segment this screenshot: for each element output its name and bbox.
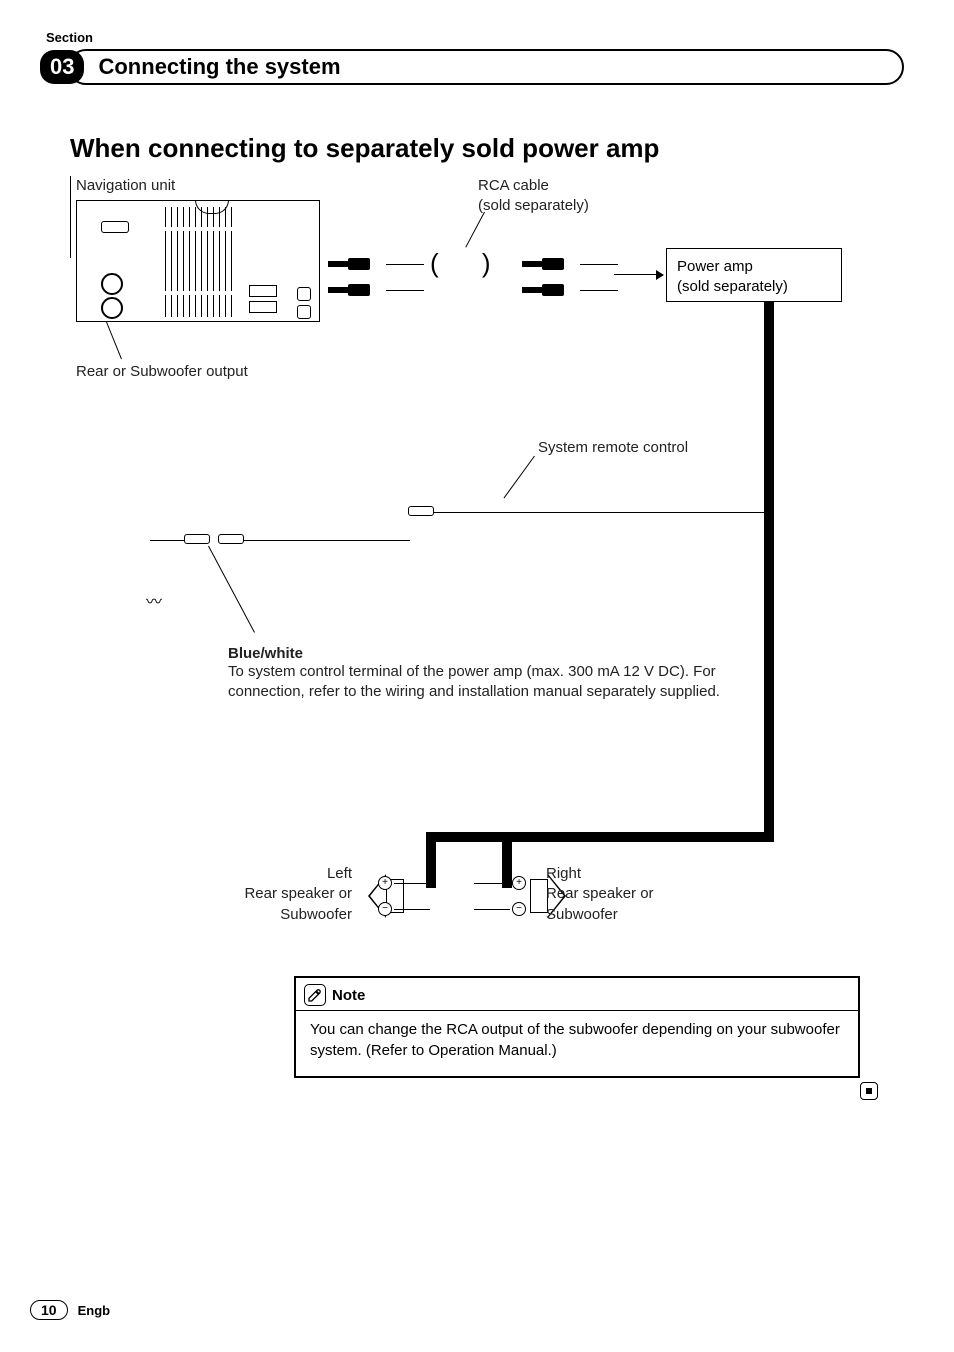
chapter-header: 03 Connecting the system bbox=[40, 49, 904, 85]
leader-line bbox=[504, 456, 535, 499]
label-rear-subwoofer-output: Rear or Subwoofer output bbox=[76, 362, 248, 382]
page-number: 10 bbox=[30, 1300, 68, 1320]
navigation-unit-graphic bbox=[76, 200, 320, 322]
pencil-note-icon bbox=[304, 984, 326, 1006]
chapter-title: Connecting the system bbox=[68, 49, 904, 85]
thick-cable bbox=[426, 832, 512, 842]
thick-cable bbox=[502, 832, 512, 888]
label-rca-cable: RCA cable (sold separately) bbox=[478, 176, 589, 215]
section-number-badge: 03 bbox=[40, 50, 84, 84]
label-left-speaker: Left Rear speaker or Subwoofer bbox=[208, 864, 352, 925]
label-blue-white-desc: To system control terminal of the power … bbox=[228, 662, 738, 703]
label-right-speaker: Right Rear speaker or Subwoofer bbox=[546, 864, 726, 925]
rca-plug-icon bbox=[328, 284, 388, 296]
section-label: Section bbox=[46, 30, 904, 45]
connector-icon bbox=[408, 506, 434, 516]
terminal-plus-icon: + bbox=[378, 876, 392, 890]
rca-plug-icon bbox=[328, 258, 388, 270]
terminal-minus-icon: − bbox=[378, 902, 392, 916]
leader-line bbox=[465, 212, 485, 248]
label-system-remote: System remote control bbox=[538, 438, 688, 458]
leader-line bbox=[208, 546, 255, 633]
note-body: You can change the RCA output of the sub… bbox=[296, 1019, 858, 1062]
thick-cable bbox=[764, 302, 774, 842]
connector-icon bbox=[218, 534, 244, 544]
note-title: Note bbox=[332, 987, 365, 1004]
rca-plug-icon bbox=[522, 284, 582, 296]
thick-cable bbox=[426, 832, 436, 888]
terminal-minus-icon: − bbox=[512, 902, 526, 916]
power-amp-box: Power amp (sold separately) bbox=[666, 248, 842, 302]
wiring-diagram: Navigation unit Rear or Subwoofer output… bbox=[70, 176, 930, 1136]
rca-plug-icon bbox=[522, 258, 582, 270]
language-code: Engb bbox=[78, 1303, 111, 1318]
arrow-to-amp-icon bbox=[614, 266, 664, 284]
note-box: Note You can change the RCA output of th… bbox=[294, 976, 860, 1078]
page-heading: When connecting to separately sold power… bbox=[70, 133, 904, 164]
leader-line bbox=[106, 322, 136, 362]
page-footer: 10 Engb bbox=[30, 1300, 110, 1320]
wire-tail-icon: 〰 bbox=[146, 588, 162, 612]
section-end-icon bbox=[860, 1082, 878, 1100]
connector-icon bbox=[184, 534, 210, 544]
terminal-plus-icon: + bbox=[512, 876, 526, 890]
cable-break-icon: ( ) bbox=[430, 248, 509, 279]
label-navigation-unit: Navigation unit bbox=[76, 176, 175, 196]
